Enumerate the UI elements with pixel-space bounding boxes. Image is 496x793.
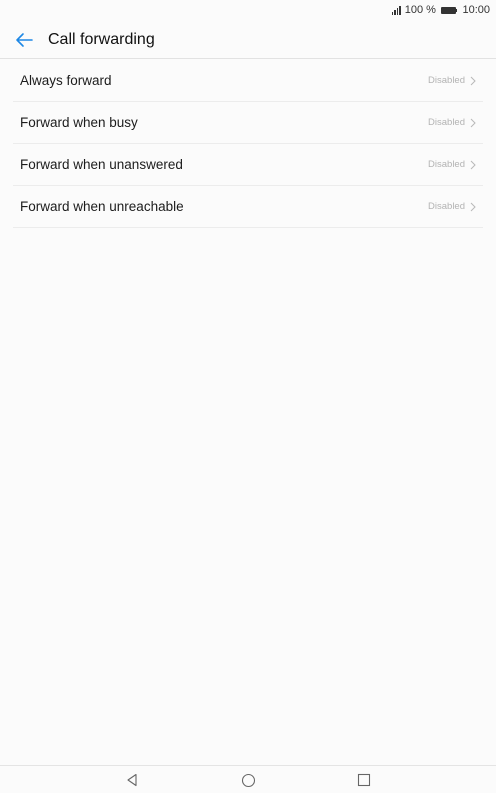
nav-home-button[interactable]: [240, 772, 256, 788]
chevron-right-icon: [470, 202, 476, 211]
list-item-label: Always forward: [20, 73, 112, 88]
list-item-label: Forward when unanswered: [20, 157, 183, 172]
chevron-right-icon: [470, 76, 476, 85]
chevron-right-icon: [470, 118, 476, 127]
list-item-forward-when-unreachable[interactable]: Forward when unreachable Disabled: [13, 186, 483, 228]
nav-recents-button[interactable]: [356, 772, 372, 788]
list-item-forward-when-unanswered[interactable]: Forward when unanswered Disabled: [13, 144, 483, 186]
arrow-left-icon: [16, 33, 33, 47]
list-item-label: Forward when busy: [20, 115, 138, 130]
battery-icon: [440, 6, 458, 14]
battery-percent: 100 %: [404, 4, 436, 16]
status-value: Disabled: [428, 117, 465, 128]
back-triangle-icon: [127, 773, 137, 787]
page-title: Call forwarding: [48, 31, 155, 48]
navigation-bar: [0, 765, 496, 793]
forwarding-options-list: Always forward Disabled Forward when bus…: [13, 60, 483, 228]
app-bar: Call forwarding: [0, 22, 496, 59]
status-bar: 100 % 10:00: [0, 0, 496, 20]
home-circle-icon: [241, 773, 255, 787]
list-item-forward-when-busy[interactable]: Forward when busy Disabled: [13, 102, 483, 144]
status-value: Disabled: [428, 159, 465, 170]
recents-square-icon: [357, 773, 371, 787]
back-button[interactable]: [0, 22, 48, 58]
status-value: Disabled: [428, 201, 465, 212]
list-item-always-forward[interactable]: Always forward Disabled: [13, 60, 483, 102]
signal-icon: [391, 5, 401, 15]
status-time: 10:00: [462, 4, 490, 16]
status-value: Disabled: [428, 75, 465, 86]
list-item-label: Forward when unreachable: [20, 199, 184, 214]
nav-back-button[interactable]: [124, 772, 140, 788]
chevron-right-icon: [470, 160, 476, 169]
